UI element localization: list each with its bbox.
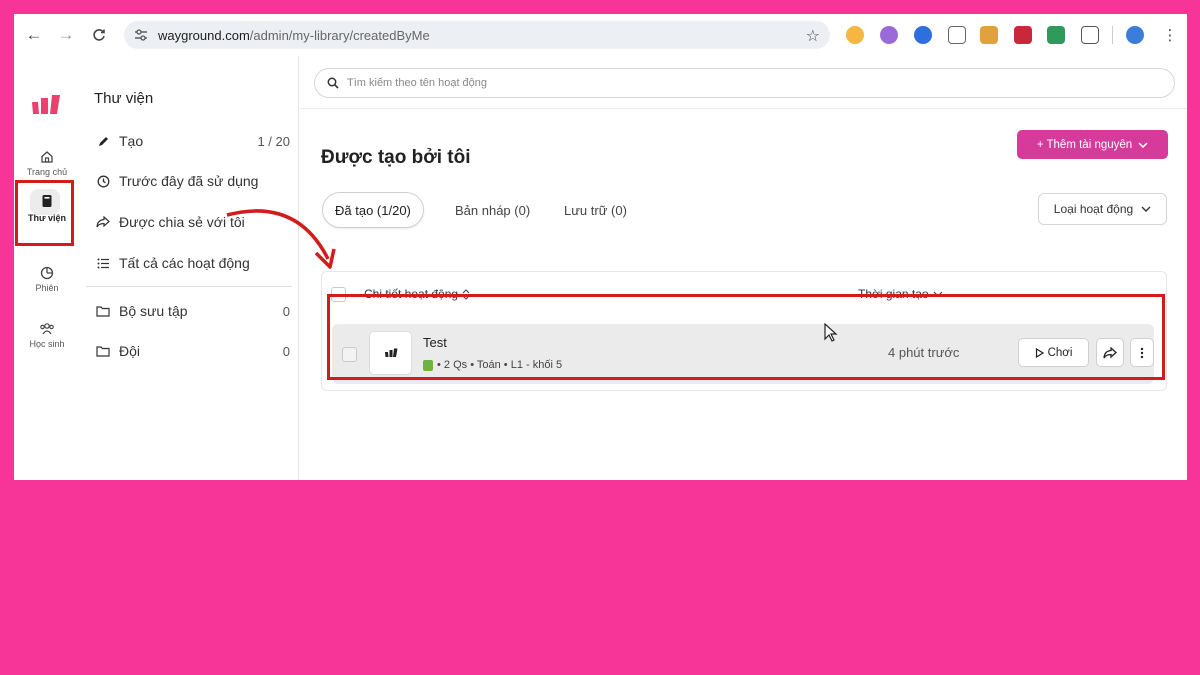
reload-icon[interactable] [89, 25, 109, 45]
tab-label: Bản nháp (0) [455, 202, 531, 218]
chevron-down-icon [1138, 141, 1148, 148]
forward-icon[interactable]: → [56, 25, 76, 45]
toolbar-divider [1112, 26, 1113, 44]
site-settings-icon[interactable] [132, 26, 150, 44]
header-divider [300, 108, 1187, 109]
search-icon [327, 77, 339, 89]
chevron-down-icon [1141, 206, 1151, 212]
main-content: Tìm kiếm theo tên hoạt động Được tạo bởi… [300, 56, 1187, 480]
library-title: Thư viện [94, 90, 154, 107]
tab-drafts[interactable]: Bản nháp (0) [455, 192, 530, 228]
home-icon [14, 150, 80, 164]
tab-label: Đã tạo (1/20) [335, 202, 411, 218]
library-item-label: Trước đây đã sử dụng [119, 173, 259, 189]
activity-type-label: Loại hoạt động [1053, 202, 1134, 216]
rail-highlight-box [15, 180, 74, 246]
search-input[interactable]: Tìm kiếm theo tên hoạt động [314, 68, 1175, 98]
tab-label: Lưu trữ (0) [564, 202, 627, 218]
back-icon[interactable]: ← [24, 25, 44, 45]
camera-icon[interactable] [948, 26, 966, 44]
share-icon [94, 216, 112, 228]
list-icon [94, 258, 112, 269]
users-icon [14, 322, 80, 336]
extension-icon[interactable] [980, 26, 998, 44]
folder-icon [94, 305, 112, 317]
library-item-recent[interactable]: Trước đây đã sử dụng [94, 170, 290, 192]
library-item-label: Tạo [119, 133, 144, 149]
left-rail: Trang chủ Thư viện Phiên Học sinh [14, 56, 80, 480]
library-item-label: Đội [119, 343, 141, 359]
url-text: wayground.com/admin/my-library/createdBy… [158, 27, 430, 43]
clock-icon [94, 175, 112, 188]
pencil-icon [94, 135, 112, 148]
library-item-collections[interactable]: Bộ sưu tập 0 [94, 300, 290, 322]
rail-item-sessions[interactable]: Phiên [14, 266, 80, 293]
extension-icon[interactable] [880, 26, 898, 44]
profile-avatar[interactable] [1126, 26, 1144, 44]
browser-window: ← → wayground.com/admin/my-library/creat… [14, 14, 1187, 480]
library-item-create[interactable]: Tạo 1 / 20 [94, 130, 290, 152]
tab-archive[interactable]: Lưu trữ (0) [564, 192, 627, 228]
browser-menu-icon[interactable]: ⋮ [1160, 25, 1180, 45]
browser-toolbar: ← → wayground.com/admin/my-library/creat… [14, 14, 1187, 56]
library-item-count: 1 / 20 [257, 133, 290, 149]
activity-type-dropdown[interactable]: Loại hoạt động [1038, 193, 1167, 225]
pie-chart-icon [14, 266, 80, 280]
library-divider [86, 286, 292, 287]
search-placeholder: Tìm kiếm theo tên hoạt động [347, 77, 488, 89]
page-title: Được tạo bởi tôi [321, 147, 471, 168]
rail-item-label: Học sinh [29, 339, 65, 349]
folder-icon [94, 345, 112, 357]
rail-item-label: Trang chủ [26, 167, 68, 177]
rail-item-home[interactable]: Trang chủ [14, 150, 80, 177]
bookmark-star-icon[interactable]: ☆ [806, 26, 820, 46]
extension-icon[interactable] [1047, 26, 1065, 44]
rail-item-students[interactable]: Học sinh [14, 322, 80, 349]
extension-icon[interactable] [846, 26, 864, 44]
extension-icon[interactable] [914, 26, 932, 44]
mouse-cursor-icon [824, 323, 838, 342]
library-item-count: 0 [282, 303, 290, 319]
library-item-label: Bộ sưu tập [119, 303, 188, 319]
row-highlight-box [327, 294, 1165, 380]
add-resource-label: + Thêm tài nguyên [1036, 138, 1133, 151]
wayground-logo[interactable] [30, 94, 62, 116]
library-item-count: 0 [282, 343, 290, 359]
rail-item-label: Phiên [35, 283, 59, 293]
annotation-arrow [226, 209, 336, 269]
address-bar[interactable]: wayground.com/admin/my-library/createdBy… [124, 21, 830, 49]
puzzle-icon[interactable] [1081, 26, 1099, 44]
extension-icon[interactable] [1014, 26, 1032, 44]
add-resource-button[interactable]: + Thêm tài nguyên [1017, 130, 1168, 159]
library-item-teams[interactable]: Đội 0 [94, 340, 290, 362]
